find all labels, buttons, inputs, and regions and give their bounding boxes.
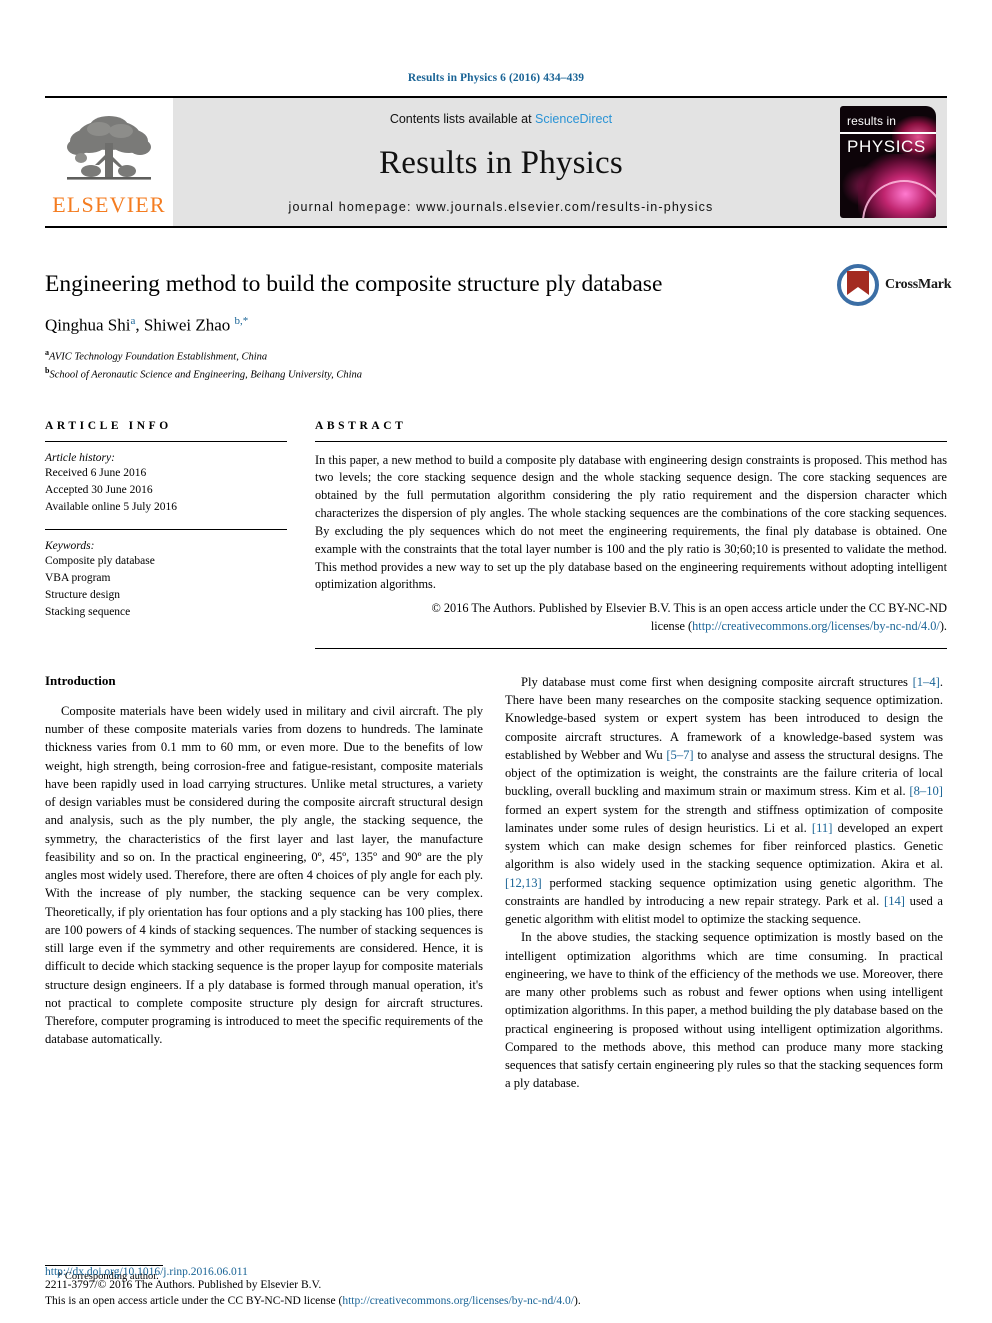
citation-link[interactable]: [1–4]: [913, 675, 940, 689]
keywords-label: Keywords:: [45, 539, 95, 552]
journal-masthead: ELSEVIER Contents lists available at Sci…: [45, 96, 947, 228]
article-info-heading: ARTICLE INFO: [45, 419, 172, 432]
author-name-1: Qinghua Shi: [45, 315, 131, 335]
article-history-online: Available online 5 July 2016: [45, 500, 178, 513]
affiliation-text-a: AVIC Technology Foundation Establishment…: [49, 351, 268, 363]
article-info-column: ARTICLE INFO Article history: Received 6…: [45, 420, 287, 649]
section-heading-introduction: Introduction: [45, 672, 116, 688]
article-info-rule-top: [45, 440, 287, 442]
affiliation-b: bSchool of Aeronautic Science and Engine…: [45, 365, 947, 383]
page-footer: http://dx.doi.org/10.1016/j.rinp.2016.06…: [45, 1266, 947, 1323]
journal-title: Results in Physics: [379, 144, 623, 181]
paragraph-text: Ply database must come first when design…: [521, 674, 913, 689]
keyword-item: Stacking sequence: [45, 605, 131, 618]
abstract-rule-top: [315, 440, 947, 442]
abstract-rule-bottom: [315, 647, 947, 649]
body-column-right: Ply database must come first when design…: [505, 673, 943, 1093]
copyright-line-1: © 2016 The Authors. Published by Elsevie…: [431, 601, 947, 616]
issn-copyright-line: 2211-3797/© 2016 The Authors. Published …: [45, 1279, 322, 1292]
elsevier-wordmark: ELSEVIER: [52, 191, 166, 217]
license-prefix: license (: [650, 619, 693, 634]
article-page: Results in Physics 6 (2016) 434–439 ELSE…: [0, 0, 992, 1323]
affiliation-a: aAVIC Technology Foundation Establishmen…: [45, 347, 947, 365]
paragraph-text: performed stacking sequence optimization…: [505, 875, 943, 908]
author-list: Qinghua Shia, Shiwei Zhao b,*: [45, 315, 249, 335]
running-head: Results in Physics 6 (2016) 434–439: [407, 72, 585, 84]
info-abstract-section: ARTICLE INFO Article history: Received 6…: [45, 420, 947, 649]
article-history-label: Article history:: [45, 451, 115, 464]
footer-license-suffix: ).: [573, 1294, 581, 1307]
abstract-column: ABSTRACT In this paper, a new method to …: [315, 420, 947, 649]
keyword-item: Composite ply database: [45, 554, 155, 567]
keyword-item: Structure design: [45, 588, 121, 601]
author-marker-2: b,*: [234, 315, 249, 328]
body-columns: Introduction Composite materials have be…: [45, 673, 947, 1093]
cover-title-line2: PHYSICS: [847, 137, 926, 156]
footer-license-link[interactable]: http://creativecommons.org/licenses/by-n…: [342, 1295, 574, 1307]
affiliation-text-b: School of Aeronautic Science and Enginee…: [49, 369, 363, 381]
citation-link[interactable]: [5–7]: [666, 748, 693, 762]
doi-link[interactable]: http://dx.doi.org/10.1016/j.rinp.2016.06…: [45, 1266, 947, 1278]
abstract-heading: ABSTRACT: [315, 419, 407, 432]
elsevier-tree-icon: [67, 115, 151, 180]
paragraph: In the above studies, the stacking seque…: [505, 930, 943, 1091]
cover-divider-band: [840, 132, 936, 134]
citation-link[interactable]: [8–10]: [909, 784, 943, 798]
citation-link[interactable]: [12,13]: [505, 876, 542, 890]
abstract-text: In this paper, a new method to build a c…: [315, 452, 947, 592]
page-title: Engineering method to build the composit…: [45, 271, 663, 297]
author-marker-1: a: [130, 315, 136, 328]
elsevier-logo: ELSEVIER: [45, 98, 173, 226]
paragraph: Composite materials have been widely use…: [45, 703, 483, 1047]
sciencedirect-link[interactable]: ScienceDirect: [535, 112, 612, 126]
title-block: CrossMark Engineering method to build th…: [45, 264, 952, 384]
footer-license-prefix: This is an open access article under the…: [45, 1294, 343, 1307]
citation-link[interactable]: [14]: [884, 894, 905, 908]
license-suffix: ).: [939, 619, 947, 634]
article-info-rule-mid: [45, 528, 287, 530]
copyright-line-2: license (http://creativecommons.org/lice…: [315, 618, 947, 636]
contents-available-line: Contents lists available at ScienceDirec…: [390, 112, 612, 126]
article-history-accepted: Accepted 30 June 2016: [45, 483, 153, 496]
contents-prefix: Contents lists available at: [389, 112, 536, 126]
author-name-2: Shiwei Zhao: [143, 315, 231, 335]
footer-license-line: This is an open access article under the…: [45, 1294, 947, 1309]
masthead-center: Contents lists available at ScienceDirec…: [173, 98, 829, 226]
body-column-left: Introduction Composite materials have be…: [45, 673, 483, 1093]
journal-cover-cell: results in PHYSICS: [829, 98, 947, 226]
affiliation-list: aAVIC Technology Foundation Establishmen…: [45, 347, 947, 384]
journal-homepage[interactable]: journal homepage: www.journals.elsevier.…: [289, 200, 714, 214]
abstract-copyright: © 2016 The Authors. Published by Elsevie…: [315, 600, 947, 636]
paragraph-with-citations: Ply database must come first when design…: [505, 673, 943, 929]
crossmark-label: CrossMark: [885, 277, 952, 292]
journal-cover-thumbnail: results in PHYSICS: [840, 106, 936, 218]
keyword-item: VBA program: [45, 571, 111, 584]
citation-link[interactable]: [11]: [812, 821, 833, 835]
crossmark-icon: [837, 264, 879, 306]
license-link[interactable]: http://creativecommons.org/licenses/by-n…: [692, 619, 940, 633]
cover-title-line1: results in: [847, 114, 897, 128]
crossmark-badge[interactable]: CrossMark: [837, 262, 952, 308]
article-history-received: Received 6 June 2016: [45, 466, 147, 479]
